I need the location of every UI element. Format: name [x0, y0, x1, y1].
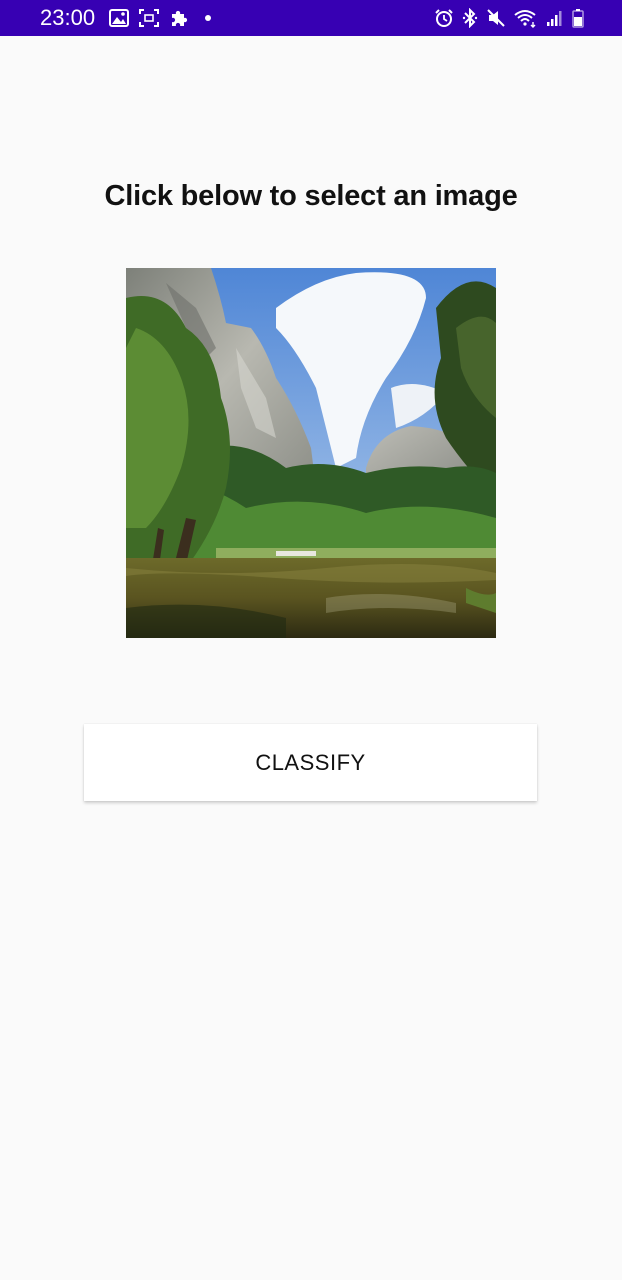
puzzle-icon — [169, 8, 189, 28]
classify-button[interactable]: CLASSIFY — [84, 724, 537, 801]
page-title: Click below to select an image — [104, 180, 518, 212]
signal-icon — [546, 9, 564, 27]
notification-dot-icon — [205, 15, 212, 21]
status-bar-right — [434, 0, 584, 36]
screen-capture-icon — [139, 9, 160, 27]
bluetooth-icon — [462, 8, 478, 28]
mute-icon — [486, 8, 506, 28]
select-image-button[interactable] — [126, 268, 496, 638]
gallery-icon — [109, 9, 130, 27]
landscape-image — [126, 268, 496, 638]
alarm-icon — [434, 8, 454, 28]
status-bar: 23:00 — [0, 0, 622, 36]
status-time: 23:00 — [40, 5, 96, 30]
status-bar-left: 23:00 — [40, 0, 212, 36]
battery-icon — [572, 8, 584, 28]
wifi-icon — [514, 8, 538, 28]
